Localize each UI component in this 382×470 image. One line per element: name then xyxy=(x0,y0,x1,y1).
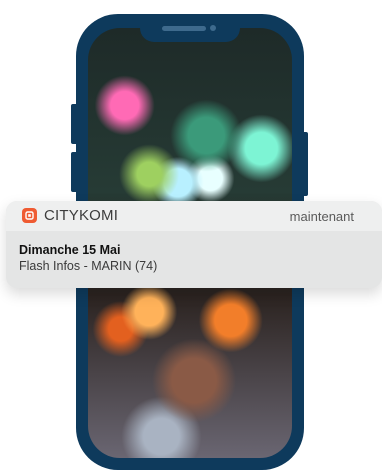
notification-body: Flash Infos - MARIN (74) xyxy=(19,259,158,273)
notification-header: CITYKOMI maintenant xyxy=(6,201,382,231)
notification-app-name: CITYKOMI xyxy=(44,207,119,224)
push-notification[interactable]: CITYKOMI maintenant Dimanche 15 Mai Flas… xyxy=(6,201,382,288)
phone-notch xyxy=(140,20,240,42)
citykomi-logo-icon xyxy=(22,208,37,223)
speaker-grille xyxy=(162,26,206,31)
front-camera xyxy=(210,25,216,31)
notification-time: maintenant xyxy=(289,209,354,224)
notification-title: Dimanche 15 Mai xyxy=(19,243,121,257)
